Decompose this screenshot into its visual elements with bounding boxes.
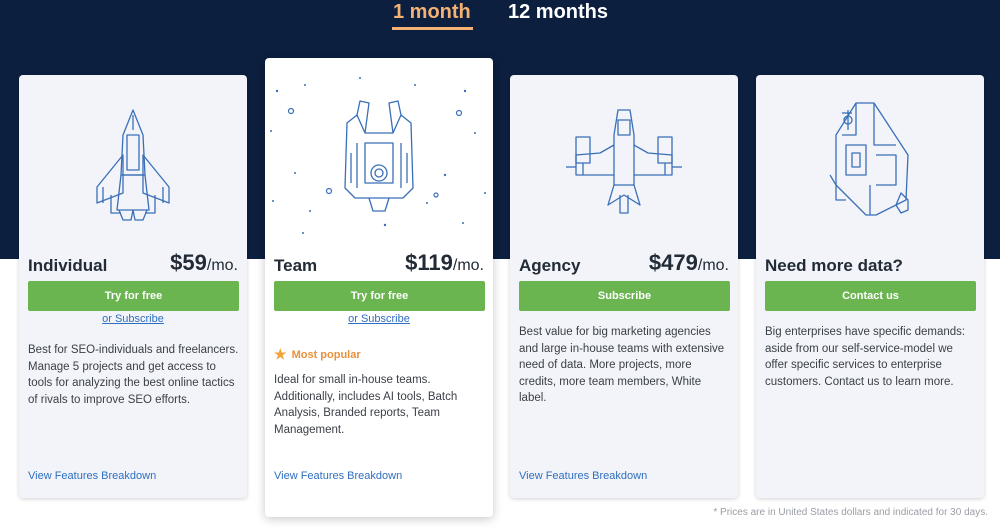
try-for-free-button[interactable]: Try for free bbox=[28, 281, 239, 311]
plan-card-enterprise: Need more data? Contact us Big enterpris… bbox=[756, 75, 984, 498]
spaceship-icon bbox=[270, 77, 486, 234]
most-popular-badge: ★ Most popular bbox=[274, 346, 361, 362]
plan-name: Individual bbox=[28, 256, 108, 275]
tab-1-month[interactable]: 1 month bbox=[393, 0, 471, 24]
plan-description: Ideal for small in-house teams. Addition… bbox=[274, 374, 458, 436]
plan-name: Agency bbox=[519, 256, 581, 275]
subscribe-link[interactable]: or Subscribe bbox=[19, 313, 247, 325]
subscribe-link[interactable]: or Subscribe bbox=[265, 313, 493, 325]
starfighter-icon bbox=[566, 109, 682, 214]
subscribe-button[interactable]: Subscribe bbox=[519, 281, 730, 311]
view-features-link[interactable]: View Features Breakdown bbox=[274, 470, 402, 482]
plan-price: $59/mo. bbox=[170, 250, 238, 275]
mothership-icon bbox=[829, 102, 909, 216]
plan-card-agency: Agency $479/mo. Subscribe Best value for… bbox=[510, 75, 738, 498]
contact-us-button[interactable]: Contact us bbox=[765, 281, 976, 311]
view-features-link[interactable]: View Features Breakdown bbox=[519, 470, 647, 482]
pricing-footnote: * Prices are in United States dollars an… bbox=[713, 507, 988, 518]
plan-description: Best value for big marketing agencies an… bbox=[519, 326, 725, 404]
plan-price: $479/mo. bbox=[648, 250, 729, 275]
plan-price: $119/mo. bbox=[405, 250, 484, 275]
plan-card-individual: Individual $59/mo. Try for free or Subsc… bbox=[19, 75, 247, 498]
star-icon: ★ bbox=[274, 346, 287, 362]
plan-name: Need more data? bbox=[765, 256, 903, 275]
view-features-link[interactable]: View Features Breakdown bbox=[28, 470, 156, 482]
active-tab-underline bbox=[392, 27, 473, 30]
tab-12-months[interactable]: 12 months bbox=[508, 0, 608, 24]
plan-name: Team bbox=[274, 256, 318, 275]
plan-description: Best for SEO-individuals and freelancers… bbox=[28, 344, 239, 406]
billing-period-tabs: 1 month 12 months bbox=[0, 0, 1000, 34]
plan-description: Big enterprises have specific demands: a… bbox=[765, 326, 966, 388]
rocket-ship-icon bbox=[96, 109, 170, 221]
try-for-free-button[interactable]: Try for free bbox=[274, 281, 485, 311]
plan-card-team: Team $119/mo. Try for free or Subscribe … bbox=[265, 58, 493, 517]
